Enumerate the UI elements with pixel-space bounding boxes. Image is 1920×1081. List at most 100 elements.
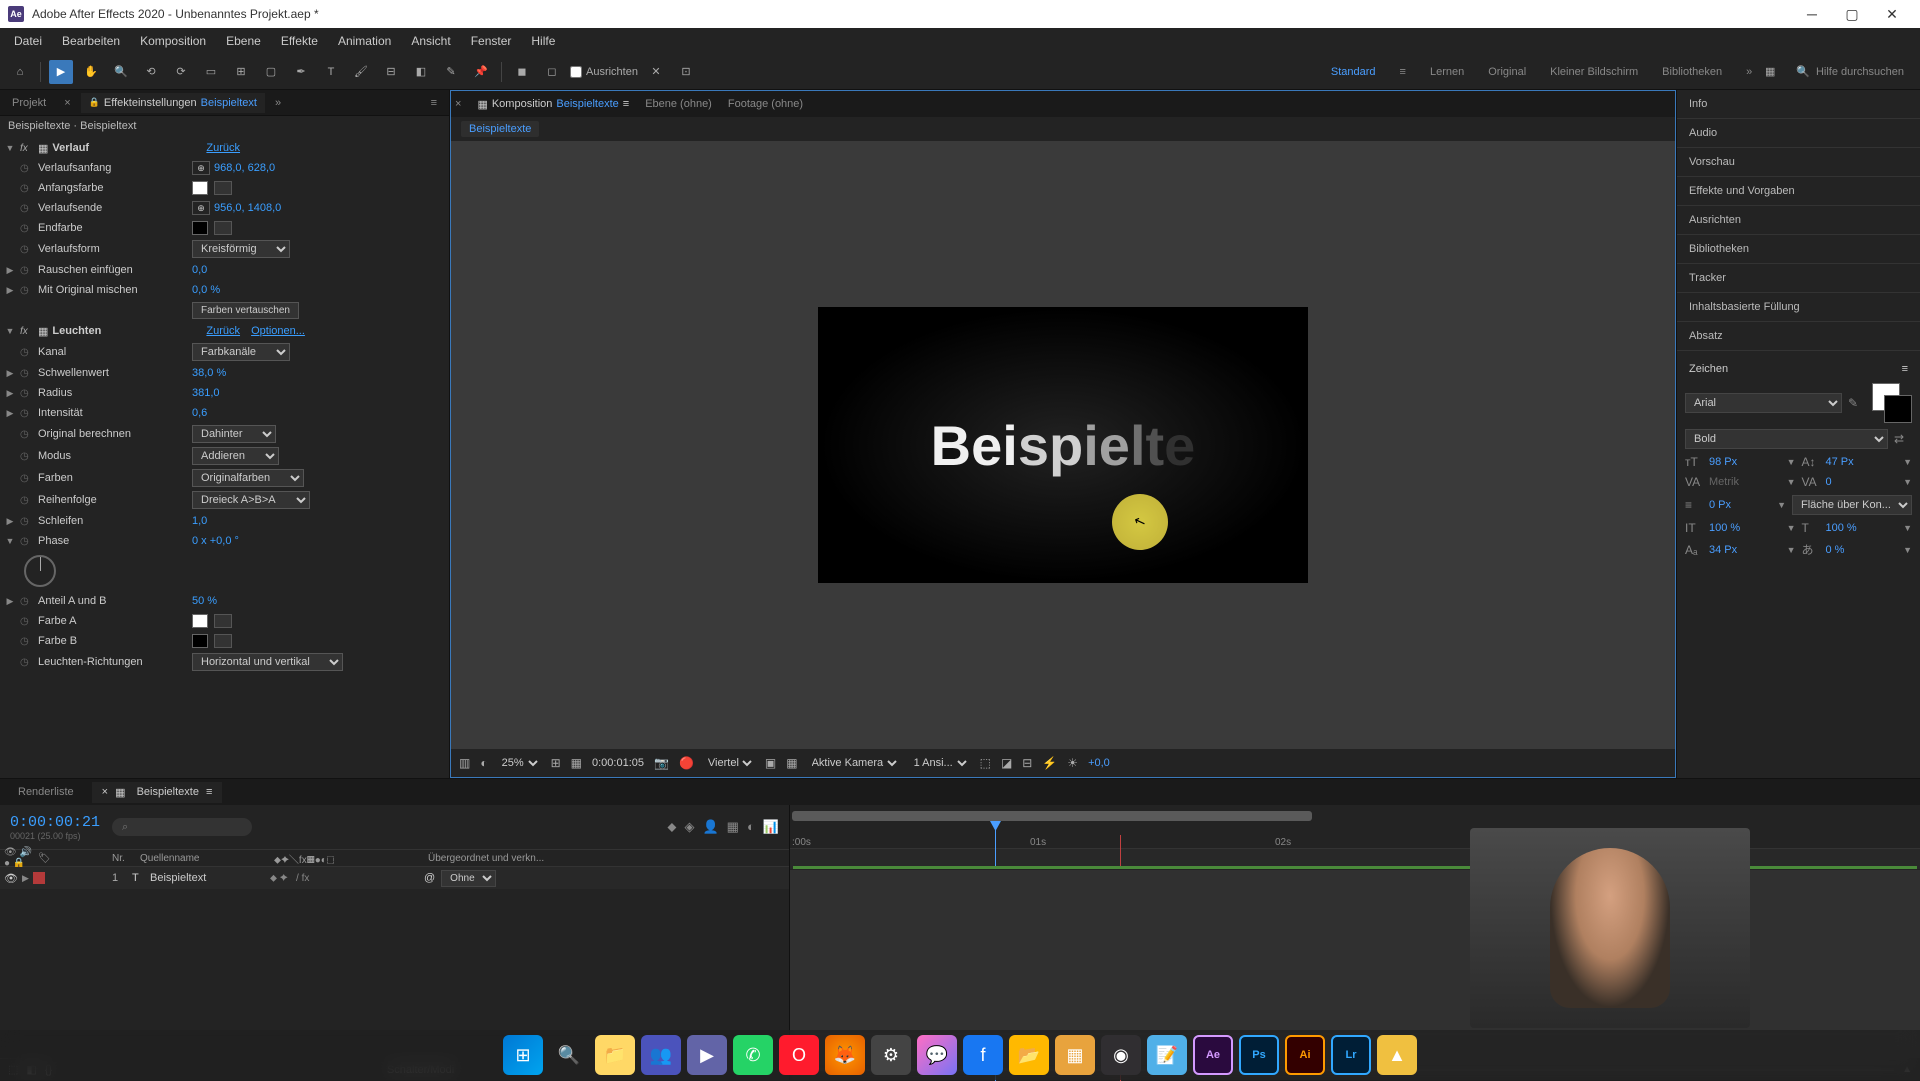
panel-paragraph[interactable]: Absatz [1677, 322, 1920, 351]
workspace-overflow-icon[interactable]: » [1746, 66, 1752, 78]
shape-tool[interactable]: ▢ [259, 60, 283, 84]
maximize-button[interactable]: ▢ [1832, 0, 1872, 28]
viewer-menu-icon[interactable]: ≡ [623, 98, 629, 110]
swap-colors-button[interactable]: Farben vertauschen [192, 302, 299, 319]
workspace-libraries[interactable]: Bibliotheken [1662, 66, 1722, 78]
anteil-value[interactable]: 50 % [192, 595, 217, 607]
taskbar-firefox[interactable]: 🦊 [825, 1035, 865, 1075]
effect-reset[interactable]: Zurück [206, 142, 240, 154]
workspace-learn[interactable]: Lernen [1430, 66, 1464, 78]
hscale-value[interactable]: 100 % [1826, 522, 1898, 534]
twirl-icon[interactable]: ▶ [4, 596, 16, 607]
phase-value[interactable]: 0 x +0,0 ° [192, 535, 239, 547]
menu-layer[interactable]: Ebene [216, 30, 271, 52]
schwellenwert-value[interactable]: 38,0 % [192, 367, 226, 379]
tab-effect-controls[interactable]: 🔒 Effekteinstellungen Beispieltext [81, 93, 265, 113]
position-picker-icon[interactable]: ⊕ [192, 161, 210, 175]
zoom-select[interactable]: 25% [498, 756, 541, 770]
tab-project[interactable]: Projekt [4, 93, 54, 113]
panel-menu-icon[interactable]: ≡ [1902, 363, 1908, 375]
workspace-standard[interactable]: Standard [1331, 66, 1376, 78]
tsume-value[interactable]: 0 % [1826, 544, 1898, 556]
taskbar-after-effects[interactable]: Ae [1193, 1035, 1233, 1075]
stroke-width-value[interactable]: 0 Px [1709, 499, 1771, 511]
leading-value[interactable]: 47 Px [1826, 456, 1898, 468]
panel-libraries[interactable]: Bibliotheken [1677, 235, 1920, 264]
stopwatch-icon[interactable]: ◷ [20, 536, 34, 547]
fill-icon[interactable]: ◼ [510, 60, 534, 84]
effect-reset[interactable]: Zurück [206, 325, 240, 337]
phase-dial[interactable] [24, 555, 56, 587]
work-area-bar[interactable] [792, 811, 1312, 821]
stopwatch-icon[interactable]: ◷ [20, 163, 34, 174]
taskbar-app2[interactable]: ⚙ [871, 1035, 911, 1075]
3d-icon[interactable]: ⬚ [980, 756, 991, 770]
reihenfolge-select[interactable]: Dreieck A>B>A [192, 491, 310, 509]
farbe-b-swatch[interactable] [192, 634, 208, 648]
stopwatch-icon[interactable]: ◷ [20, 596, 34, 607]
render-icon[interactable]: ◐ [480, 756, 487, 770]
stopwatch-icon[interactable]: ◷ [20, 244, 34, 255]
panel-character-title[interactable]: Zeichen [1689, 363, 1728, 375]
rotate-tool[interactable]: ⟳ [169, 60, 193, 84]
layer-search[interactable] [112, 818, 252, 836]
stopwatch-icon[interactable]: ◷ [20, 429, 34, 440]
zoom-tool[interactable]: 🔍 [109, 60, 133, 84]
panel-content-aware[interactable]: Inhaltsbasierte Füllung [1677, 293, 1920, 322]
twirl-icon[interactable]: ▶ [4, 388, 16, 399]
intensitat-value[interactable]: 0,6 [192, 407, 207, 419]
taskbar-photoshop[interactable]: Ps [1239, 1035, 1279, 1075]
brush-tool[interactable]: 🖌 [349, 60, 373, 84]
fx-toggle[interactable]: fx [20, 326, 34, 337]
motion-blur-icon[interactable]: ◐ [747, 819, 755, 835]
taskbar-folder[interactable]: 📂 [1009, 1035, 1049, 1075]
pan-behind-tool[interactable]: ⊞ [229, 60, 253, 84]
twirl-icon[interactable]: ▶ [4, 408, 16, 419]
taskbar-search[interactable]: 🔍 [549, 1035, 589, 1075]
stopwatch-icon[interactable]: ◷ [20, 285, 34, 296]
snap-options-icon[interactable]: ✕ [644, 60, 668, 84]
comp-flow-icon[interactable]: ⬥ [667, 819, 676, 835]
eraser-tool[interactable]: ◧ [409, 60, 433, 84]
roto-tool[interactable]: ✎ [439, 60, 463, 84]
effect-visibility-icon[interactable]: ▦ [38, 325, 48, 338]
twirl-icon[interactable]: ▶ [4, 516, 16, 527]
panel-align[interactable]: Ausrichten [1677, 206, 1920, 235]
eyedropper-icon[interactable] [214, 614, 232, 628]
richtungen-select[interactable]: Horizontal und vertikal [192, 653, 343, 671]
transparency-icon[interactable]: ▦ [786, 756, 797, 770]
taskbar-teams[interactable]: 👥 [641, 1035, 681, 1075]
views-select[interactable]: 1 Ansi... [910, 756, 970, 770]
tracking-value[interactable]: 0 [1826, 476, 1898, 488]
menu-edit[interactable]: Bearbeiten [52, 30, 130, 52]
twirl-icon[interactable]: ▶ [4, 265, 16, 276]
viewer-close-icon[interactable]: × [455, 98, 461, 110]
snap-grid-icon[interactable]: ⊡ [674, 60, 698, 84]
taskbar-lightroom[interactable]: Lr [1331, 1035, 1371, 1075]
effect-leuchten[interactable]: Leuchten [52, 325, 202, 337]
renderer-icon[interactable]: ⊟ [1022, 756, 1032, 770]
orbit-tool[interactable]: ⟲ [139, 60, 163, 84]
verlaufsanfang-value[interactable]: 968,0, 628,0 [214, 162, 275, 174]
endfarbe-swatch[interactable] [192, 221, 208, 235]
baseline-value[interactable]: 34 Px [1709, 544, 1781, 556]
graph-editor-icon[interactable]: 📊 [763, 819, 779, 835]
verlaufsform-select[interactable]: Kreisförmig [192, 240, 290, 258]
kerning-value[interactable]: Metrik [1709, 476, 1781, 488]
stopwatch-icon[interactable]: ◷ [20, 183, 34, 194]
layer-row[interactable]: 👁 ▶ 1 T Beispieltext ⬥ ✦ / fx @Ohne [0, 867, 789, 889]
stopwatch-icon[interactable]: ◷ [20, 388, 34, 399]
visibility-toggle[interactable]: 👁 [4, 872, 18, 885]
current-timecode[interactable]: 0:00:00:21 [10, 814, 100, 831]
menu-animation[interactable]: Animation [328, 30, 401, 52]
original-select[interactable]: Dahinter [192, 425, 276, 443]
panel-info[interactable]: Info [1677, 90, 1920, 119]
menu-help[interactable]: Hilfe [521, 30, 565, 52]
twirl-verlauf[interactable]: ▼ [4, 143, 16, 153]
camera-tool[interactable]: ▭ [199, 60, 223, 84]
swap-colors-icon[interactable]: ⇄ [1894, 432, 1912, 446]
panel-overflow-icon[interactable]: » [267, 93, 289, 113]
menu-window[interactable]: Fenster [461, 30, 522, 52]
tab-render-queue[interactable]: Renderliste [8, 782, 84, 802]
panel-preview[interactable]: Vorschau [1677, 148, 1920, 177]
